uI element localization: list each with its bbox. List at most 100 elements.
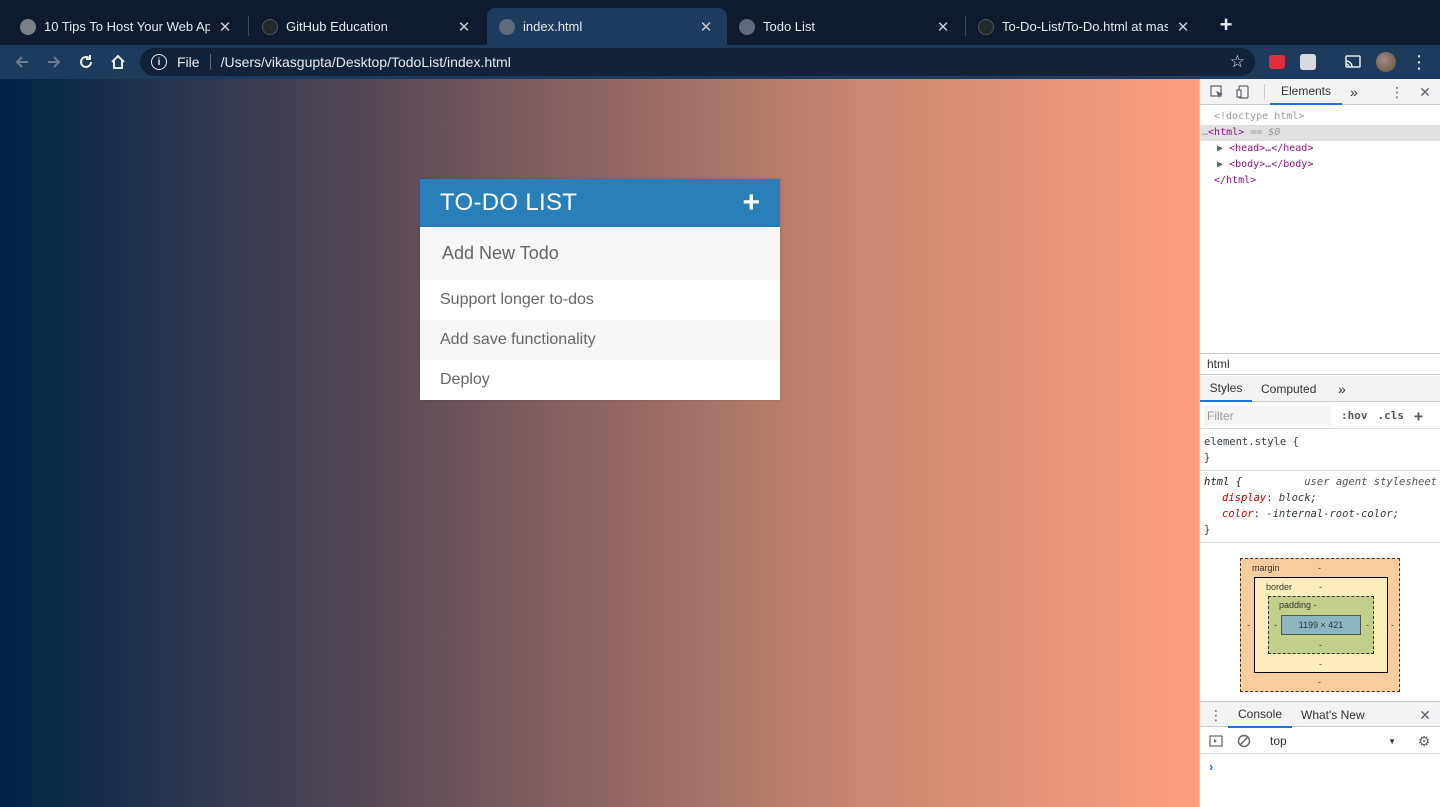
margin-label: margin	[1252, 563, 1280, 573]
dom-body-node[interactable]: ▶ <body>…</body>	[1200, 157, 1440, 173]
expand-triangle-icon[interactable]: ▶	[1217, 159, 1223, 170]
new-tab-button[interactable]: +	[1213, 12, 1239, 38]
drawer-menu-icon[interactable]: ⋮	[1208, 707, 1224, 723]
todo-header: TO-DO LIST +	[420, 179, 780, 227]
close-devtools-icon[interactable]: ✕	[1417, 84, 1433, 100]
todo-card: TO-DO LIST + Support longer to-dos Add s…	[420, 179, 780, 400]
rule-selector: element.style {	[1204, 436, 1299, 448]
dom-html-tag: <html>	[1208, 127, 1245, 138]
selected-marker: == $0	[1250, 127, 1281, 138]
browser-tab[interactable]: 10 Tips To Host Your Web Apps ✕	[8, 8, 246, 45]
tab-title: Todo List	[763, 19, 816, 34]
margin-left-value: -	[1247, 620, 1250, 630]
more-tabs-icon[interactable]: »	[1350, 79, 1358, 105]
box-model-content[interactable]: 1199 × 421	[1281, 615, 1361, 635]
browser-tab[interactable]: To-Do-List/To-Do.html at mast ✕	[966, 8, 1204, 45]
styles-tabbar: Styles Computed »	[1200, 376, 1440, 402]
arrow-left-icon	[15, 56, 28, 68]
close-tab-icon[interactable]: ✕	[697, 18, 715, 36]
console-prompt-icon[interactable]: ›	[1209, 759, 1213, 774]
profile-avatar[interactable]	[1376, 52, 1396, 72]
todo-title: TO-DO LIST	[440, 189, 578, 216]
tab-title: 10 Tips To Host Your Web Apps	[44, 19, 210, 34]
context-selector[interactable]: top ▼	[1266, 732, 1400, 750]
forward-button[interactable]	[42, 50, 66, 74]
close-tab-icon[interactable]: ✕	[1174, 18, 1192, 36]
dom-tree: <!doctype html> …<html> == $0 ▶ <head>…<…	[1200, 109, 1440, 189]
margin-bottom-value: -	[1318, 677, 1321, 687]
border-label: border	[1266, 582, 1293, 592]
plus-icon[interactable]: +	[742, 188, 760, 218]
todo-item[interactable]: Add save functionality	[420, 320, 780, 360]
tab-title: To-Do-List/To-Do.html at mast	[1002, 19, 1168, 34]
inspect-element-icon[interactable]	[1209, 84, 1225, 100]
dom-head-node[interactable]: ▶ <head>…</head>	[1200, 141, 1440, 157]
devtools-panel: Elements » ⋮ ✕ <!doctype html> …<html> =…	[1199, 79, 1440, 807]
clear-console-icon[interactable]	[1236, 733, 1252, 749]
browser-tab[interactable]: GitHub Education ✕	[250, 8, 485, 45]
browser-tab-active[interactable]: index.html ✕	[487, 8, 727, 45]
expand-triangle-icon[interactable]: ▶	[1217, 143, 1223, 154]
browser-menu-icon[interactable]: ⋮	[1409, 52, 1429, 72]
close-tab-icon[interactable]: ✕	[216, 18, 234, 36]
tab-whats-new[interactable]: What's New	[1301, 702, 1365, 728]
box-model-padding[interactable]: padding - - - - 1199 × 421	[1268, 596, 1374, 654]
element-style-rule[interactable]: element.style { }	[1200, 431, 1440, 471]
address-url[interactable]: /Users/vikasgupta/Desktop/TodoList/index…	[221, 54, 1230, 70]
device-toolbar-icon[interactable]	[1235, 84, 1251, 100]
html-ua-rule[interactable]: html { user agent stylesheet display: bl…	[1200, 471, 1440, 543]
more-styles-tabs-icon[interactable]: »	[1338, 376, 1346, 402]
tab-console[interactable]: Console	[1228, 702, 1292, 728]
box-model-margin[interactable]: margin - - - - border - - padding - - - …	[1240, 558, 1400, 692]
todo-item[interactable]: Support longer to-dos	[420, 280, 780, 320]
rule-selector: html {	[1204, 476, 1242, 488]
padding-label: padding -	[1279, 600, 1317, 610]
home-button[interactable]	[106, 50, 130, 74]
devtools-menu-icon[interactable]: ⋮	[1389, 84, 1405, 100]
class-toggle[interactable]: .cls	[1378, 409, 1405, 422]
address-divider	[209, 54, 211, 70]
rule-source: user agent stylesheet	[1304, 476, 1437, 488]
console-sidebar-icon[interactable]	[1208, 733, 1224, 749]
dom-html-node[interactable]: …<html> == $0	[1200, 125, 1440, 141]
tab-title: index.html	[523, 19, 583, 34]
devtools-divider	[1264, 84, 1265, 100]
tab-title: GitHub Education	[286, 19, 388, 34]
padding-right-value: -	[1366, 620, 1369, 630]
dom-html-close: </html>	[1214, 175, 1257, 186]
box-model-border[interactable]: border - - padding - - - - 1199 × 421	[1254, 577, 1388, 673]
tab-styles[interactable]: Styles	[1200, 376, 1252, 402]
extension-gray-icon[interactable]	[1298, 52, 1318, 72]
info-icon[interactable]: i	[151, 54, 167, 70]
property-name: color	[1222, 508, 1254, 520]
tab-elements[interactable]: Elements	[1270, 79, 1342, 105]
console-settings-icon[interactable]: ⚙	[1416, 733, 1432, 749]
cast-icon[interactable]	[1343, 52, 1363, 72]
console-drawer-tabbar: ⋮ Console What's New ✕	[1200, 701, 1440, 728]
close-tab-icon[interactable]: ✕	[934, 18, 952, 36]
photo-favicon-icon	[20, 18, 36, 35]
dom-doctype[interactable]: <!doctype html>	[1200, 109, 1440, 125]
browser-tab[interactable]: Todo List ✕	[727, 8, 964, 45]
reload-button[interactable]	[74, 50, 98, 74]
breadcrumb-item-html[interactable]: html	[1207, 357, 1230, 371]
reload-icon	[80, 55, 92, 68]
tab-computed[interactable]: Computed	[1261, 376, 1316, 402]
styles-filter-input[interactable]	[1203, 405, 1331, 426]
extension-red-icon[interactable]	[1267, 52, 1287, 72]
close-drawer-icon[interactable]: ✕	[1417, 707, 1433, 723]
hover-state-toggle[interactable]: :hov	[1341, 409, 1368, 422]
address-scheme: File	[177, 54, 200, 70]
globe-favicon-icon	[499, 18, 515, 35]
globe-favicon-icon	[739, 18, 755, 35]
bookmark-star-icon[interactable]: ☆	[1230, 52, 1245, 72]
close-tab-icon[interactable]: ✕	[455, 18, 473, 36]
margin-right-value: -	[1391, 620, 1394, 630]
new-rule-button[interactable]: +	[1414, 407, 1423, 425]
todo-item[interactable]: Deploy	[420, 360, 780, 400]
address-bar[interactable]: i File /Users/vikasgupta/Desktop/TodoLis…	[140, 48, 1255, 76]
rule-declaration: display: block;	[1222, 492, 1317, 504]
new-todo-input[interactable]	[420, 227, 780, 280]
back-button[interactable]	[10, 50, 34, 74]
padding-left-value: -	[1274, 620, 1277, 630]
